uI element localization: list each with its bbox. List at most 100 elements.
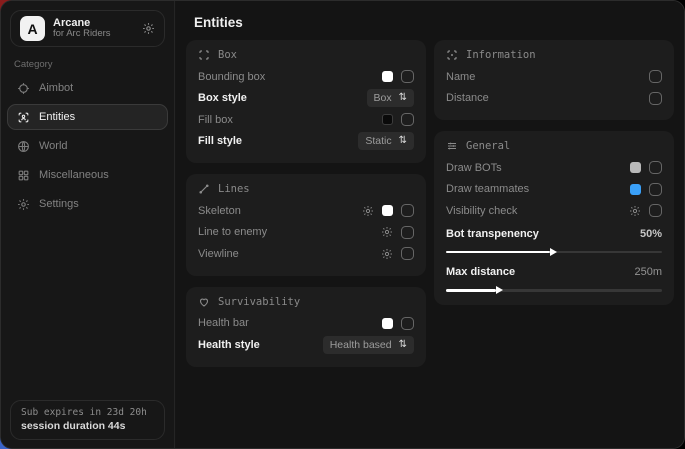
row-label: Line to enemy	[198, 226, 267, 238]
row-box-style: Box style Box ⇅	[198, 88, 414, 110]
crosshair-icon	[17, 82, 30, 95]
scan-target-icon	[446, 49, 458, 61]
entity-scan-icon	[17, 111, 30, 124]
row-health-bar: Health bar	[198, 313, 414, 335]
row-label: Skeleton	[198, 205, 241, 217]
line-to-enemy-checkbox[interactable]	[401, 226, 414, 239]
panel-title: Box	[218, 49, 237, 61]
brand-subtitle: for Arc Riders	[53, 29, 134, 40]
color-swatch[interactable]	[382, 318, 393, 329]
row-draw-teammates: Draw teammates	[446, 179, 662, 201]
visibility-check-checkbox[interactable]	[649, 204, 662, 217]
row-label: Visibility check	[446, 205, 517, 217]
panel-title: General	[466, 140, 510, 152]
globe-icon	[17, 140, 30, 153]
row-fill-style: Fill style Static ⇅	[198, 131, 414, 153]
panel-lines: Lines Skeleton	[186, 174, 426, 276]
distance-checkbox[interactable]	[649, 92, 662, 105]
panel-general: General Draw BOTs Draw teammates	[434, 131, 674, 305]
brand-card: A Arcane for Arc Riders	[10, 10, 165, 47]
row-label: Health bar	[198, 317, 249, 329]
dropdown-value: Health based	[330, 339, 392, 351]
slider-fill	[446, 289, 496, 292]
dropdown-value: Box	[374, 92, 392, 104]
dropdown-value: Static	[365, 135, 391, 147]
row-visibility-check: Visibility check	[446, 200, 662, 222]
gear-icon[interactable]	[362, 205, 374, 217]
color-swatch[interactable]	[382, 205, 393, 216]
row-name: Name	[446, 66, 662, 88]
updown-arrows-icon: ⇅	[399, 136, 407, 146]
bounding-brackets-icon	[198, 49, 210, 61]
bounding-box-checkbox[interactable]	[401, 70, 414, 83]
row-viewline: Viewline	[198, 243, 414, 265]
subscription-info: Sub expires in 23d 20h session duration …	[10, 400, 165, 440]
gear-icon[interactable]	[142, 22, 155, 35]
heart-icon	[198, 296, 210, 308]
fill-style-dropdown[interactable]: Static ⇅	[358, 132, 414, 150]
health-style-dropdown[interactable]: Health based ⇅	[323, 336, 414, 354]
row-label: Name	[446, 71, 475, 83]
updown-arrows-icon: ⇅	[399, 93, 407, 103]
app-window: A Arcane for Arc Riders Category Aimbot	[0, 0, 685, 449]
panel-survivability: Survivability Health bar Health style He…	[186, 287, 426, 367]
panel-title: Lines	[218, 183, 250, 195]
health-bar-checkbox[interactable]	[401, 317, 414, 330]
updown-arrows-icon: ⇅	[399, 340, 407, 350]
name-checkbox[interactable]	[649, 70, 662, 83]
panel-box: Box Bounding box Box style Box ⇅	[186, 40, 426, 163]
sidebar-item-aimbot[interactable]: Aimbot	[7, 75, 168, 101]
sidebar-item-label: Miscellaneous	[39, 169, 109, 181]
sidebar-item-label: Entities	[39, 111, 75, 123]
color-swatch[interactable]	[630, 162, 641, 173]
gear-icon	[17, 198, 30, 211]
row-label: Distance	[446, 92, 489, 104]
gear-icon[interactable]	[381, 248, 393, 260]
sidebar-nav: Aimbot Entities World	[1, 75, 174, 217]
sidebar-item-settings[interactable]: Settings	[7, 191, 168, 217]
color-swatch[interactable]	[382, 71, 393, 82]
row-label: Draw BOTs	[446, 162, 502, 174]
bot-transparency-slider[interactable]	[446, 251, 662, 254]
brand-logo: A	[20, 16, 45, 41]
row-label: Bounding box	[198, 71, 265, 83]
row-label: Fill style	[198, 135, 242, 147]
draw-bots-checkbox[interactable]	[649, 161, 662, 174]
grid-icon	[17, 169, 30, 182]
row-label: Health style	[198, 339, 260, 351]
row-fill-box: Fill box	[198, 109, 414, 131]
sidebar-item-world[interactable]: World	[7, 133, 168, 159]
slider-value: 50%	[640, 228, 662, 240]
sidebar-item-miscellaneous[interactable]: Miscellaneous	[7, 162, 168, 188]
slider-thumb[interactable]	[496, 286, 503, 294]
row-line-to-enemy: Line to enemy	[198, 222, 414, 244]
row-label: Fill box	[198, 114, 233, 126]
sidebar-item-entities[interactable]: Entities	[7, 104, 168, 130]
color-swatch[interactable]	[630, 184, 641, 195]
slider-value: 250m	[634, 266, 662, 278]
slider-fill	[446, 251, 550, 254]
skeleton-checkbox[interactable]	[401, 204, 414, 217]
max-distance-slider[interactable]	[446, 289, 662, 292]
row-label: Max distance	[446, 266, 515, 278]
row-distance: Distance	[446, 88, 662, 110]
slider-thumb[interactable]	[550, 248, 557, 256]
sidebar-item-label: Aimbot	[39, 82, 73, 94]
page-title: Entities	[176, 1, 684, 39]
gear-icon[interactable]	[629, 205, 641, 217]
panel-title: Survivability	[218, 296, 300, 308]
gear-icon[interactable]	[381, 226, 393, 238]
draw-teammates-checkbox[interactable]	[649, 183, 662, 196]
fill-box-checkbox[interactable]	[401, 113, 414, 126]
panel-information: Information Name Distance	[434, 40, 674, 120]
brand-text: Arcane for Arc Riders	[53, 17, 134, 41]
viewline-checkbox[interactable]	[401, 247, 414, 260]
box-style-dropdown[interactable]: Box ⇅	[367, 89, 414, 107]
color-swatch[interactable]	[382, 114, 393, 125]
category-label: Category	[14, 59, 161, 70]
session-duration-text: session duration 44s	[21, 420, 154, 432]
row-label: Bot transpenency	[446, 228, 539, 240]
sub-expiry-text: Sub expires in 23d 20h	[21, 407, 154, 418]
bot-transparency-slider-group: Bot transpenency 50%	[446, 225, 662, 254]
row-skeleton: Skeleton	[198, 200, 414, 222]
